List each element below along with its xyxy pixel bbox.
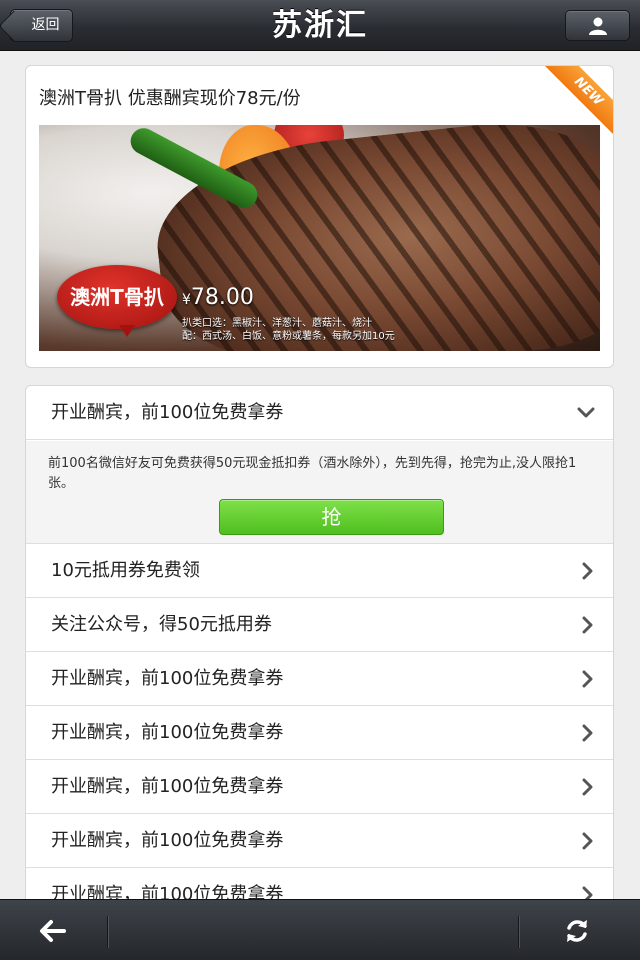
toolbar-divider xyxy=(107,916,108,948)
grab-coupon-button[interactable]: 抢 xyxy=(219,499,444,535)
price-value: 78.00 xyxy=(190,285,254,310)
dish-name-bubble: 澳洲T骨扒 xyxy=(57,265,177,337)
chevron-right-icon xyxy=(582,724,593,742)
list-item-label: 开业酬宾，前100位免费拿券 xyxy=(51,668,284,689)
list-item-label: 10元抵用券免费领 xyxy=(51,560,200,581)
chevron-right-icon xyxy=(582,562,593,580)
toolbar-divider xyxy=(518,916,519,948)
user-icon xyxy=(589,17,607,35)
top-navigation-bar: 返回 苏浙汇 xyxy=(0,0,640,51)
chevron-right-icon xyxy=(582,616,593,634)
chevron-right-icon xyxy=(582,670,593,688)
list-item[interactable]: 开业酬宾，前100位免费拿券 xyxy=(26,814,613,868)
banner-desc-line-1: 扒类口选：黑椒汁、洋葱汁、蘑菇汁、烧汁 xyxy=(182,318,372,329)
list-item[interactable]: 开业酬宾，前100位免费拿券 xyxy=(26,652,613,706)
user-button[interactable] xyxy=(565,10,630,41)
list-item-label: 开业酬宾，前100位免费拿券 xyxy=(51,402,284,423)
list-item-label: 开业酬宾，前100位免费拿券 xyxy=(51,830,284,851)
chevron-right-icon xyxy=(582,778,593,796)
chevron-right-icon xyxy=(582,832,593,850)
list-item-label: 关注公众号，得50元抵用券 xyxy=(51,614,272,635)
arrow-left-icon[interactable] xyxy=(38,918,66,944)
refresh-icon[interactable] xyxy=(564,917,590,945)
coupon-list: 开业酬宾，前100位免费拿券 前100名微信好友可免费获得50元现金抵扣券（酒水… xyxy=(25,385,614,915)
expanded-panel: 前100名微信好友可免费获得50元现金抵扣券（酒水除外），先到先得，抢完为止,没… xyxy=(26,441,613,544)
list-item[interactable]: 开业酬宾，前100位免费拿券 xyxy=(26,706,613,760)
list-item[interactable]: 开业酬宾，前100位免费拿券 xyxy=(26,760,613,814)
bottom-toolbar xyxy=(0,899,640,960)
list-item-label: 开业酬宾，前100位免费拿券 xyxy=(51,776,284,797)
promo-banner-image[interactable]: 澳洲T骨扒 ¥78.00 扒类口选：黑椒汁、洋葱汁、蘑菇汁、烧汁 配：西式汤、白… xyxy=(39,125,600,351)
banner-description: 扒类口选：黑椒汁、洋葱汁、蘑菇汁、烧汁 配：西式汤、白饭、意粉或薯条，每款另加1… xyxy=(182,317,422,343)
promo-card[interactable]: 澳洲T骨扒 优惠酬宾现价78元/份 NEW 澳洲T骨扒 ¥78.00 扒类口选：… xyxy=(25,65,614,368)
banner-desc-line-2: 配：西式汤、白饭、意粉或薯条，每款另加10元 xyxy=(182,331,395,342)
list-item-expanded[interactable]: 开业酬宾，前100位免费拿券 xyxy=(26,386,613,440)
currency-symbol: ¥ xyxy=(182,292,191,308)
list-item-label: 开业酬宾，前100位免费拿券 xyxy=(51,722,284,743)
banner-price: ¥78.00 xyxy=(182,285,254,310)
chevron-down-icon xyxy=(577,407,595,418)
list-item[interactable]: 关注公众号，得50元抵用券 xyxy=(26,598,613,652)
page-title: 苏浙汇 xyxy=(272,8,368,43)
coupon-description: 前100名微信好友可免费获得50元现金抵扣券（酒水除外），先到先得，抢完为止,没… xyxy=(48,456,577,491)
list-item[interactable]: 10元抵用券免费领 xyxy=(26,544,613,598)
promo-title: 澳洲T骨扒 优惠酬宾现价78元/份 xyxy=(39,88,301,109)
